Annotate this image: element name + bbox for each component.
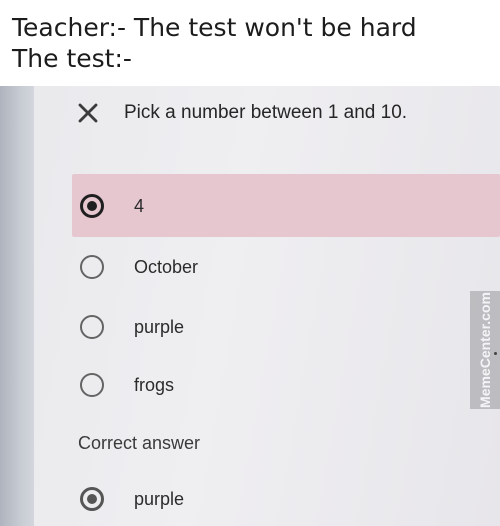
option-october[interactable]: October: [80, 247, 198, 287]
watermark: MemeCenter.com: [470, 291, 500, 409]
radio-checked-icon: [80, 487, 104, 511]
correct-answer-label: purple: [134, 488, 185, 509]
option-frogs[interactable]: frogs: [80, 365, 174, 405]
option-label: 4: [134, 195, 145, 216]
option-purple[interactable]: purple: [80, 307, 184, 347]
option-label: October: [134, 256, 199, 277]
correct-answer-header: Correct answer: [78, 433, 201, 453]
radio-unchecked-icon[interactable]: [80, 255, 104, 279]
photo-edge-strip: [0, 86, 34, 526]
caption-line-test: The test:-: [12, 44, 132, 73]
caption-line-teacher: Teacher:- The test won't be hard: [12, 13, 417, 42]
meme-caption: Teacher:- The test won't be hard The tes…: [12, 12, 492, 74]
radio-unchecked-icon[interactable]: [80, 373, 104, 397]
radio-checked-icon[interactable]: [80, 194, 104, 218]
correct-answer-option: purple: [80, 479, 184, 519]
close-icon: [78, 103, 98, 123]
option-label: frogs: [134, 374, 175, 395]
quiz-photo: Pick a number between 1 and 10. 4 Octobe…: [0, 86, 500, 526]
watermark-text: MemeCenter.com: [477, 292, 493, 408]
question-title: Pick a number between 1 and 10.: [124, 102, 408, 123]
speck: [494, 352, 497, 355]
option-label: purple: [134, 316, 185, 337]
radio-unchecked-icon[interactable]: [80, 315, 104, 339]
option-4[interactable]: 4: [80, 186, 144, 226]
